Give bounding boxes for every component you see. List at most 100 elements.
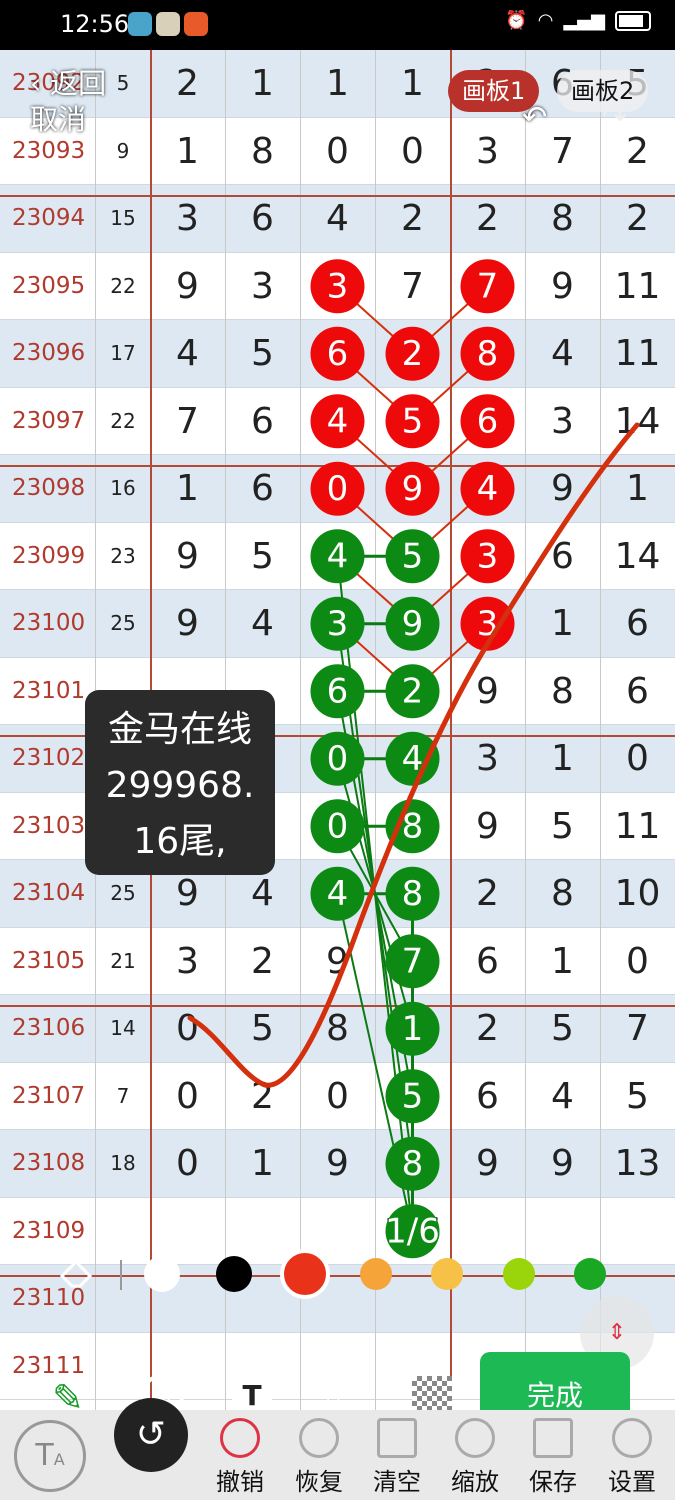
save-button[interactable]: 保存 (518, 1418, 588, 1497)
text-style-icon[interactable]: TA (14, 1420, 86, 1492)
signal-icon: ▂▄▆ (563, 10, 605, 31)
app-notification-icon (128, 12, 152, 36)
number-cell: 10 (614, 873, 661, 914)
number-cell: 6 (551, 535, 574, 577)
eraser-icon[interactable] (58, 1258, 94, 1288)
color-swatch[interactable] (574, 1258, 606, 1290)
number-cell: 5 (251, 535, 274, 577)
back-label: 返回 (50, 67, 107, 100)
column-divider (300, 50, 301, 1410)
number-cell: 0 (401, 130, 424, 172)
issue-number: 23103 (12, 812, 86, 839)
number-cell: 14 (614, 400, 661, 442)
number-cell: 4 (551, 333, 574, 374)
number-cell: 9 (476, 805, 499, 847)
text-note[interactable]: 金马在线 299968. 16尾, (85, 690, 275, 875)
number-cell: 5 (251, 333, 274, 374)
number-cell: 6 (476, 1075, 499, 1117)
issue-number: 23101 (12, 677, 86, 704)
number-cell: 4 (326, 400, 349, 442)
sum-value: 25 (110, 611, 136, 635)
issue-number: 23105 (12, 947, 86, 974)
number-cell: 8 (401, 873, 424, 914)
group-divider (0, 465, 675, 467)
number-cell: 3 (326, 603, 349, 644)
alarm-icon: ⏰ (505, 10, 528, 31)
table-row: 23100 25 9 4 3 9 3 1 6 (0, 590, 675, 658)
number-cell: 9 (326, 940, 349, 982)
number-cell: 4 (551, 1075, 574, 1117)
redo-label: 恢复 (295, 1468, 343, 1496)
draw-mode-icon[interactable]: ↺ (114, 1398, 188, 1472)
issue-number: 23108 (12, 1150, 86, 1176)
number-cell: 3 (176, 940, 199, 982)
sum-value: 22 (110, 273, 136, 298)
number-cell: 8 (551, 873, 574, 914)
number-cell: 9 (476, 1143, 499, 1184)
table-row: 23105 21 3 2 9 7 6 1 0 (0, 927, 675, 995)
color-swatch[interactable] (503, 1258, 535, 1290)
color-swatch[interactable] (144, 1256, 180, 1292)
number-cell: 1 (401, 63, 424, 104)
group-divider (0, 1005, 675, 1007)
number-cell: 1 (551, 603, 574, 644)
table-row: 23099 23 9 5 4 5 3 6 14 (0, 522, 675, 590)
number-cell: 7 (401, 940, 424, 982)
color-swatch[interactable] (216, 1256, 252, 1292)
table-row: 23093 9 1 8 0 0 3 7 2 (0, 117, 675, 185)
undo-arrow-icon[interactable]: ↶ (522, 100, 547, 135)
number-cell: 3 (551, 400, 574, 442)
number-cell: 3 (476, 603, 499, 644)
back-button[interactable]: ‹ 返回 (30, 62, 106, 102)
sum-value: 7 (116, 1083, 130, 1108)
number-cell: 3 (476, 535, 499, 577)
number-cell: 3 (251, 265, 274, 307)
number-cell: 14 (614, 535, 661, 577)
status-bar: 12:56 ⏰ ◠ ▂▄▆ (0, 0, 675, 50)
redo-button[interactable]: 恢复 (284, 1418, 354, 1497)
color-swatch[interactable] (360, 1258, 392, 1290)
zoom-button[interactable]: 缩放 (440, 1418, 510, 1497)
download-icon (533, 1418, 573, 1458)
number-cell: 8 (401, 805, 424, 847)
column-divider (600, 50, 601, 1410)
number-cell: 9 (176, 603, 199, 644)
color-swatch[interactable] (280, 1249, 330, 1299)
clear-label: 清空 (373, 1468, 421, 1496)
number-cell: 6 (326, 333, 349, 374)
number-cell: 0 (626, 940, 649, 982)
number-cell: 1 (551, 940, 574, 982)
zoom-icon (455, 1418, 495, 1458)
undo-button[interactable]: 撤销 (205, 1418, 275, 1497)
issue-number: 23099 (12, 542, 86, 569)
table-row: 23108 18 0 1 9 8 9 9 13 (0, 1130, 675, 1198)
table-row: 23095 22 9 3 3 7 7 9 11 (0, 252, 675, 320)
number-cell: 1 (251, 63, 274, 104)
number-cell: 1 (251, 1143, 274, 1184)
app-notification-icon (184, 12, 208, 36)
number-cell: 11 (614, 265, 661, 307)
trash-icon (377, 1418, 417, 1458)
note-line: 299968. (105, 765, 255, 806)
redo-arrow-icon[interactable]: ↷ (602, 100, 627, 135)
color-swatch[interactable] (431, 1258, 463, 1290)
sum-value: 21 (110, 948, 136, 973)
app-root: { "status_bar":{"time":"12:56"}, "header… (0, 0, 675, 1500)
number-cell: 0 (176, 1143, 199, 1184)
column-divider (525, 50, 526, 1410)
number-cell: 5 (401, 1075, 424, 1117)
number-cell: 11 (614, 805, 661, 847)
cancel-button[interactable]: 取消 (30, 98, 86, 138)
number-cell: 3 (476, 130, 499, 172)
wifi-icon: ◠ (537, 10, 554, 31)
note-line: 金马在线 (107, 709, 252, 750)
sum-value: 17 (110, 341, 136, 365)
number-cell: 8 (551, 670, 574, 712)
number-cell: 8 (251, 130, 274, 172)
number-cell: 8 (476, 333, 499, 374)
clear-button[interactable]: 清空 (362, 1418, 432, 1497)
number-cell: 1 (176, 130, 199, 172)
number-cell: 6 (626, 670, 649, 712)
save-label: 保存 (529, 1468, 577, 1496)
settings-button[interactable]: 设置 (597, 1418, 667, 1497)
